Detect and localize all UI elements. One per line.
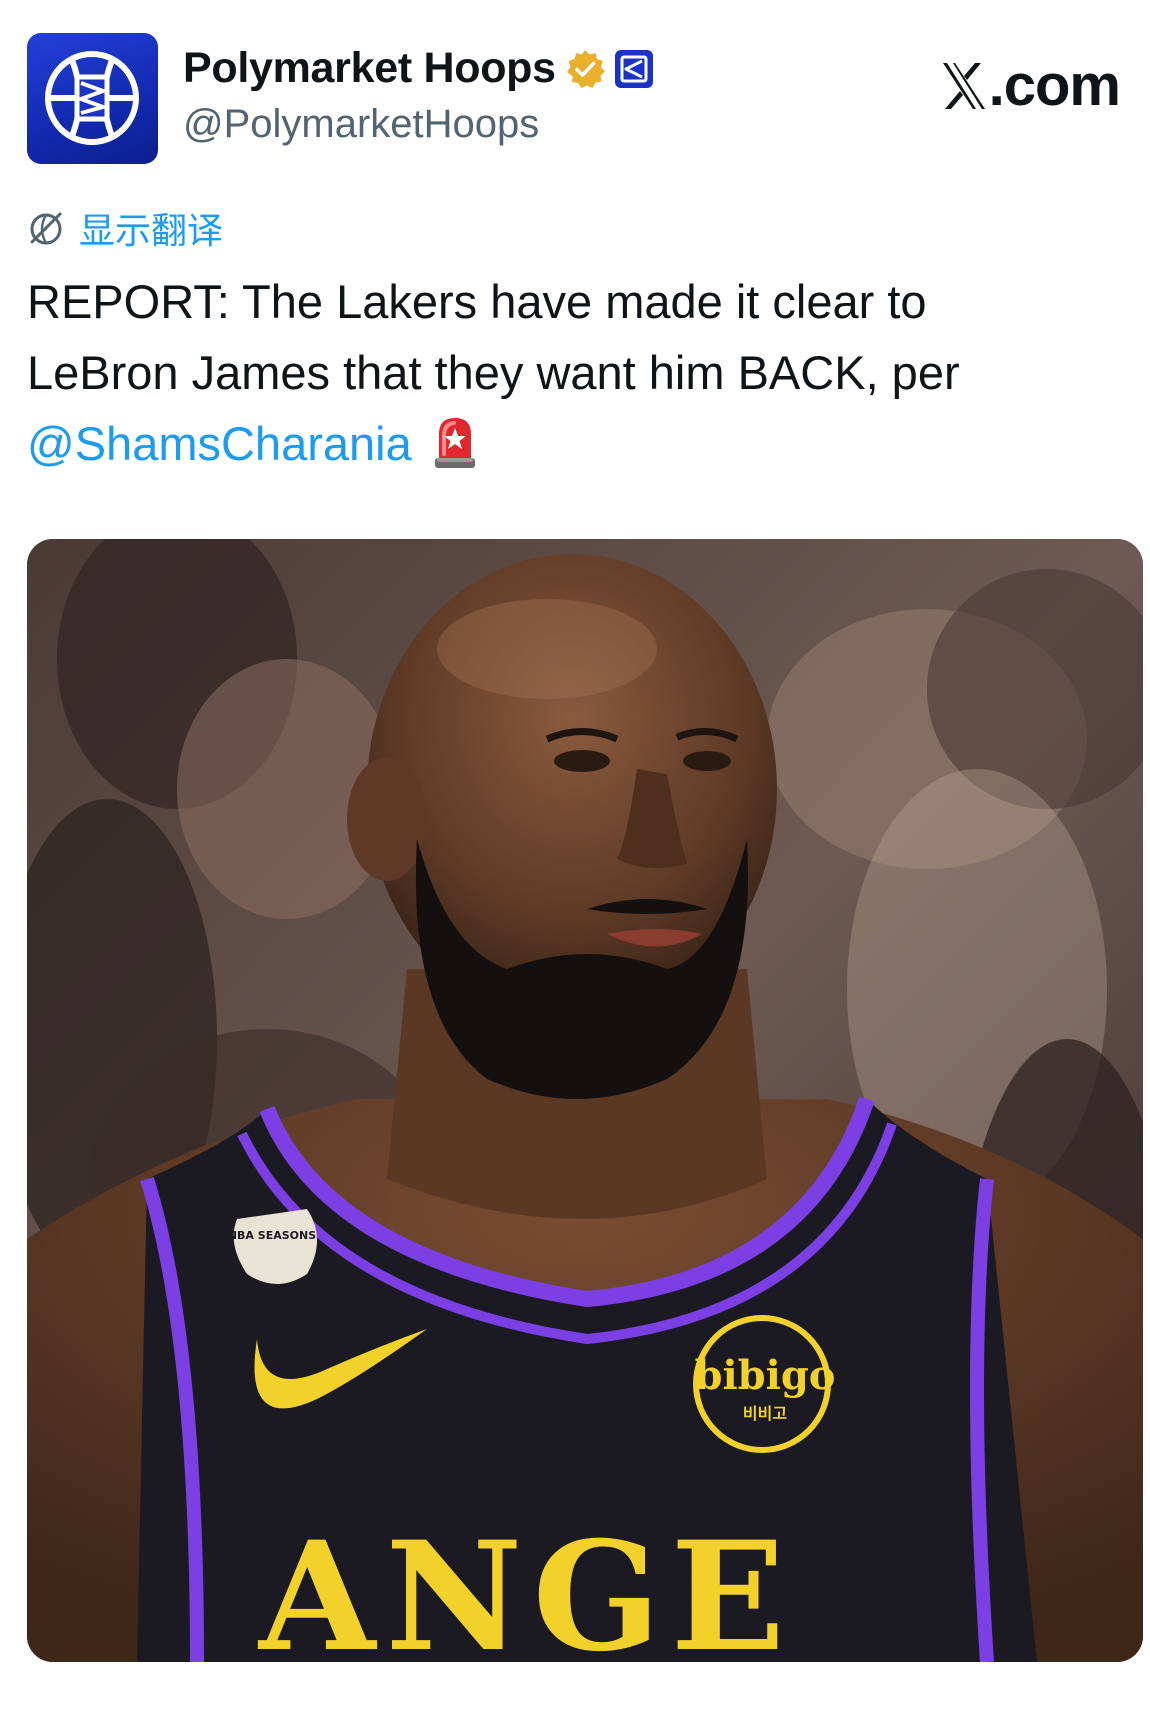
jersey-letters: ANGE [257, 1509, 795, 1662]
siren-icon [434, 418, 475, 468]
show-translation-label[interactable]: 显示翻译 [79, 202, 223, 254]
globe-icon [30, 212, 62, 245]
name-row: Polymarket Hoops [183, 44, 654, 93]
avatar[interactable] [27, 33, 158, 164]
mention-link[interactable]: @ShamsCharania [27, 417, 412, 470]
source-domain: .com [988, 53, 1121, 118]
tweet-text: REPORT: The Lakers have made it clear to… [27, 266, 1117, 479]
patch-text: NBA SEASONS [228, 1229, 316, 1242]
tweet-line-2: LeBron James that they want him BACK, pe… [27, 346, 960, 399]
source-watermark: .com [941, 52, 1121, 119]
tweet-media-photo[interactable]: NBA SEASONS bibigo 비비고 ANGE [27, 539, 1143, 1662]
show-translation-link[interactable]: 显示翻译 [27, 202, 223, 254]
sponsor-subtext: 비비고 [743, 1404, 787, 1423]
tweet-line-1: REPORT: The Lakers have made it clear to [27, 275, 927, 328]
tweet-header: Polymarket Hoops @PolymarketHoops .com [0, 0, 1150, 170]
player-photo: NBA SEASONS bibigo 비비고 ANGE [27, 539, 1143, 1662]
tweet-line-3: @ShamsCharania [27, 408, 1117, 479]
verified-badge-icon [566, 49, 605, 88]
basketball-logo-icon [45, 51, 139, 145]
display-name[interactable]: Polymarket Hoops [183, 44, 556, 93]
sponsor-text: bibigo [695, 1352, 836, 1399]
account-handle[interactable]: @PolymarketHoops [183, 102, 539, 147]
polymarket-affiliate-icon[interactable] [614, 49, 654, 89]
x-logo-icon [942, 62, 985, 109]
